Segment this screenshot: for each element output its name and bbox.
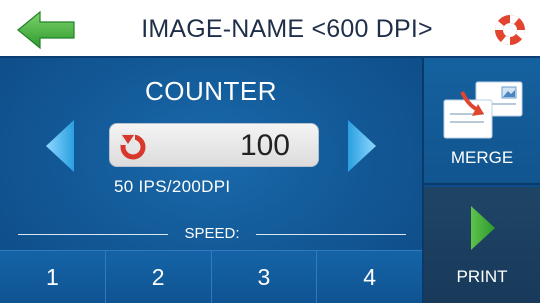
help-button[interactable]	[492, 12, 528, 48]
counter-value: 100	[239, 129, 290, 162]
merge-icon	[443, 81, 523, 139]
print-button[interactable]: PRINT	[424, 187, 540, 303]
counter-panel: COUNTER 100 50 IPS/200DPI SPEED: 1 2 3 4	[0, 58, 422, 303]
speed-label: SPEED:	[184, 225, 240, 242]
back-arrow-icon	[17, 10, 75, 50]
divider-line-right	[256, 234, 406, 235]
back-button[interactable]	[16, 10, 80, 50]
top-bar: IMAGE-NAME <600 DPI>	[0, 0, 540, 58]
page-title: IMAGE-NAME <600 DPI>	[141, 15, 433, 43]
speed-button-1[interactable]: 1	[0, 250, 106, 303]
counter-decrement-button[interactable]	[42, 116, 78, 176]
print-label: PRINT	[456, 267, 508, 286]
divider-line-left	[18, 234, 168, 235]
speed-button-2[interactable]: 2	[105, 250, 212, 303]
speed-options: 1 2 3 4	[0, 250, 422, 303]
counter-field[interactable]: 100	[109, 123, 319, 167]
chevron-right-icon	[348, 120, 376, 172]
play-icon	[471, 206, 495, 250]
counter-increment-button[interactable]	[344, 116, 380, 176]
counter-label: COUNTER	[144, 76, 278, 106]
speed-button-4[interactable]: 4	[317, 250, 422, 303]
chevron-left-icon	[46, 120, 74, 172]
merge-label: MERGE	[450, 148, 514, 167]
merge-button[interactable]: MERGE	[424, 58, 540, 185]
action-sidebar: MERGE PRINT	[422, 58, 540, 303]
speed-button-3[interactable]: 3	[211, 250, 318, 303]
lifebuoy-icon	[495, 15, 525, 45]
reset-icon[interactable]	[118, 131, 148, 161]
speed-info: 50 IPS/200DPI	[114, 177, 231, 196]
speed-divider: SPEED:	[0, 224, 422, 244]
